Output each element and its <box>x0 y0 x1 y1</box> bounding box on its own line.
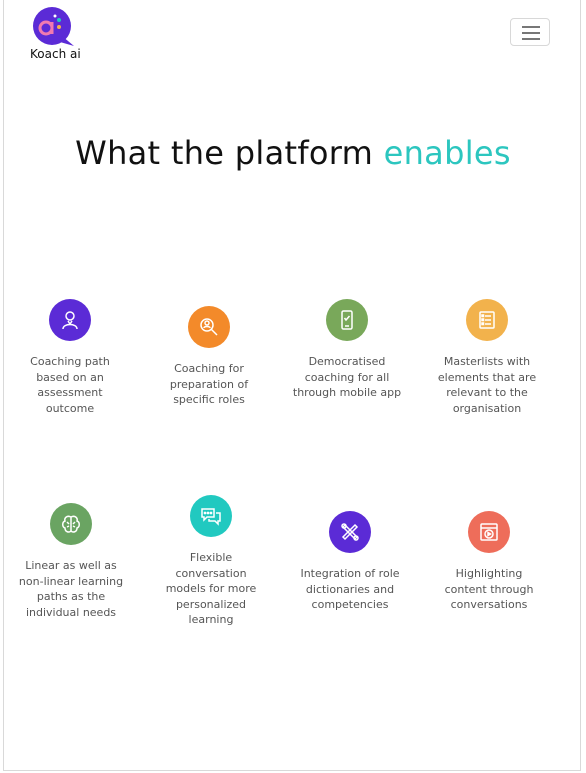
hamburger-line <box>522 32 540 34</box>
feature-card: Coaching for preparation of specific rol… <box>154 306 264 408</box>
feature-label: Integration of role dictionaries and com… <box>300 567 400 612</box>
feature-label: Coaching path based on an assessment out… <box>30 355 110 415</box>
feature-label: Democratised coaching for all through mo… <box>292 355 402 400</box>
tools-icon <box>329 511 371 553</box>
feature-label: Highlighting content through conversatio… <box>444 567 534 612</box>
feature-card: Masterlists with elements that are relev… <box>432 299 542 416</box>
video-content-icon <box>468 511 510 553</box>
checklist-icon <box>466 299 508 341</box>
feature-label: Flexible conversation models for more pe… <box>165 551 257 627</box>
brain-icon <box>50 503 92 545</box>
brand-name: Koach ai <box>30 47 81 61</box>
mobile-app-icon <box>326 299 368 341</box>
scrolled-heading-fragment: ▔▔▔▔▔ <box>240 0 360 14</box>
feature-card: Coaching path based on an assessment out… <box>15 299 125 416</box>
menu-toggle-button[interactable] <box>510 18 550 46</box>
chat-bubbles-icon <box>190 495 232 537</box>
feature-label: Coaching for preparation of specific rol… <box>169 362 249 407</box>
feature-label: Masterlists with elements that are relev… <box>437 355 537 415</box>
section-title: What the platform enables <box>0 134 586 172</box>
feature-card: Highlighting content through conversatio… <box>434 511 544 613</box>
feature-card: Linear as well as non-linear learning pa… <box>16 503 126 620</box>
feature-label: Linear as well as non-linear learning pa… <box>18 559 124 619</box>
section-title-accent: enables <box>383 134 511 172</box>
hamburger-line <box>522 26 540 28</box>
section-title-main: What the platform <box>75 134 384 172</box>
feature-card: Democratised coaching for all through mo… <box>292 299 402 401</box>
person-path-icon <box>49 299 91 341</box>
hamburger-line <box>522 38 540 40</box>
feature-card: Flexible conversation models for more pe… <box>156 495 266 628</box>
feature-card: Integration of role dictionaries and com… <box>295 511 405 613</box>
magnifier-person-icon <box>188 306 230 348</box>
